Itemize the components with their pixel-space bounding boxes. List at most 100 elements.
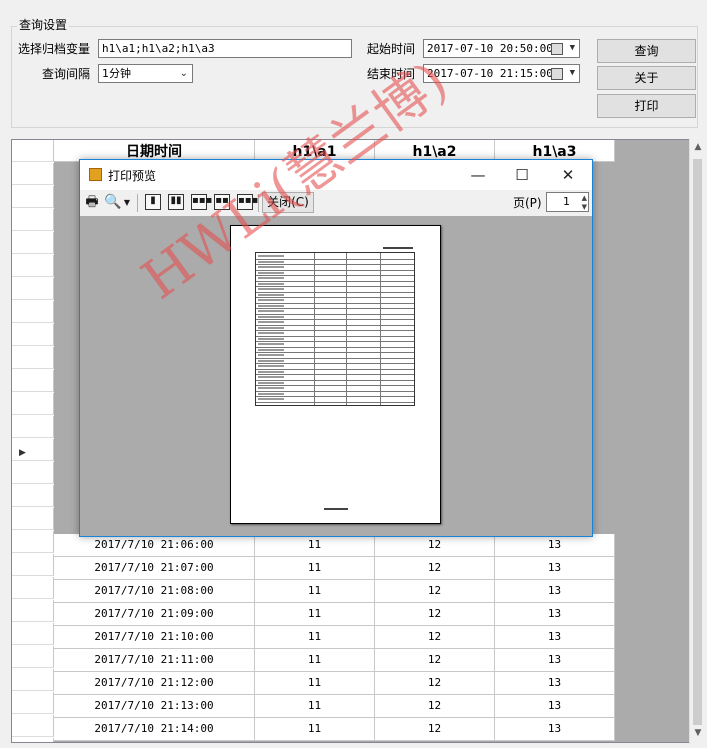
scroll-up-icon[interactable]: ▲ [690,139,706,156]
cell-value[interactable]: 13 [495,626,615,649]
cell-datetime[interactable]: 2017/7/10 21:07:00 [54,557,255,580]
cell-datetime[interactable]: 2017/7/10 21:06:00 [54,534,255,557]
cell-value[interactable]: 11 [255,649,375,672]
row-header-cell[interactable] [12,140,54,162]
row-header-cell[interactable] [12,278,54,300]
row-header-cell[interactable] [12,232,54,254]
page-number-stepper[interactable]: 1 ▲ ▼ [546,192,589,212]
cell-value[interactable]: 13 [495,672,615,695]
cell-value[interactable]: 11 [255,626,375,649]
row-header-cell[interactable] [12,485,54,507]
two-pages-icon[interactable]: ▮▮ [168,194,184,210]
minimize-button[interactable]: — [458,163,498,187]
scroll-down-icon[interactable]: ▼ [690,725,706,742]
row-header-cell[interactable] [12,669,54,691]
three-pages-icon[interactable]: ▪▪▪ [191,194,212,210]
row-header-cell[interactable] [12,508,54,530]
interval-label: 查询间隔 [42,67,91,81]
four-pages-icon[interactable]: ▪▪ [214,194,230,210]
cell-value[interactable]: 12 [375,672,495,695]
zoom-dropdown-icon[interactable]: ▼ [122,193,132,212]
cell-value[interactable]: 12 [375,718,495,741]
cell-value[interactable]: 11 [255,557,375,580]
cell-value[interactable]: 11 [255,534,375,557]
cell-datetime[interactable]: 2017/7/10 21:10:00 [54,626,255,649]
cell-value[interactable]: 13 [495,603,615,626]
cell-value[interactable]: 13 [495,557,615,580]
cell-datetime[interactable]: 2017/7/10 21:11:00 [54,649,255,672]
cell-value[interactable]: 12 [375,649,495,672]
cell-value[interactable]: 11 [255,695,375,718]
row-header-cell[interactable] [12,416,54,438]
row-header-cell[interactable] [12,600,54,622]
cell-value[interactable]: 12 [375,603,495,626]
row-header-cell[interactable] [12,715,54,737]
row-header-cell[interactable] [12,301,54,323]
row-header-cell[interactable] [12,393,54,415]
row-header-cell[interactable] [12,255,54,277]
cell-value[interactable]: 12 [375,534,495,557]
vertical-scrollbar[interactable]: ▲ ▼ [689,139,706,744]
row-header-cell[interactable] [12,692,54,714]
cell-value[interactable]: 13 [495,718,615,741]
row-header-cell[interactable] [12,209,54,231]
row-header-cell[interactable] [12,462,54,484]
cell-value[interactable]: 13 [495,580,615,603]
zoom-icon[interactable]: 🔍 [104,193,122,212]
row-header-cell[interactable] [12,623,54,645]
end-time-picker[interactable]: 2017-07-10 21:15:00 ▼ [423,64,580,83]
row-header-cell[interactable] [12,738,54,742]
cell-value[interactable]: 11 [255,672,375,695]
query-button[interactable]: 查询 [597,39,696,63]
row-header-cell[interactable] [12,646,54,668]
preview-close-button[interactable]: 关闭(C) [262,192,314,213]
close-window-button[interactable]: ✕ [548,163,588,187]
thumbnail-row-line [256,269,414,271]
cell-value[interactable]: 13 [495,695,615,718]
start-time-value: 2017-07-10 20:50:00 [427,42,553,55]
cell-value[interactable]: 11 [255,603,375,626]
chevron-down-icon: ▼ [569,68,575,78]
page-number-value: 1 [563,195,570,208]
cell-value[interactable]: 12 [375,557,495,580]
stepper-down-icon[interactable]: ▼ [582,203,587,211]
thumbnail-row-line [256,357,414,359]
cell-datetime[interactable]: 2017/7/10 21:08:00 [54,580,255,603]
print-button[interactable]: 打印 [597,94,696,118]
row-header-cell[interactable] [12,324,54,346]
row-header-cell[interactable] [12,577,54,599]
thumbnail-cell-text [258,293,284,296]
end-time-value: 2017-07-10 21:15:00 [427,67,553,80]
thumbnail-row-line [256,313,414,315]
row-header-cell[interactable] [12,347,54,369]
interval-select[interactable]: 1分钟 ⌄ [98,64,193,83]
cell-value[interactable]: 11 [255,718,375,741]
cell-value[interactable]: 13 [495,649,615,672]
row-header-cell[interactable] [12,554,54,576]
scroll-thumb[interactable] [693,159,702,725]
thumbnail-cell-text [258,271,284,274]
start-time-picker[interactable]: 2017-07-10 20:50:00 ▼ [423,39,580,58]
cell-value[interactable]: 13 [495,534,615,557]
stepper-up-icon[interactable]: ▲ [582,194,587,202]
archive-var-input[interactable]: h1\a1;h1\a2;h1\a3 [98,39,352,58]
row-header-cell[interactable] [12,370,54,392]
cell-datetime[interactable]: 2017/7/10 21:14:00 [54,718,255,741]
row-header-cell[interactable] [12,531,54,553]
cell-datetime[interactable]: 2017/7/10 21:12:00 [54,672,255,695]
six-pages-icon[interactable]: ▪▪▪ [237,194,258,210]
cell-value[interactable]: 12 [375,626,495,649]
row-header-cell[interactable] [12,186,54,208]
thumbnail-row-line [256,286,414,287]
row-header-cell[interactable] [12,163,54,185]
about-button[interactable]: 关于 [597,66,696,90]
maximize-button[interactable]: ☐ [502,163,542,187]
cell-value[interactable]: 11 [255,580,375,603]
one-page-icon[interactable]: ▮ [145,194,161,210]
print-icon[interactable]: 🖶 [83,193,101,212]
cell-value[interactable]: 12 [375,580,495,603]
cell-datetime[interactable]: 2017/7/10 21:09:00 [54,603,255,626]
thumbnail-cell-text [258,354,284,356]
cell-datetime[interactable]: 2017/7/10 21:13:00 [54,695,255,718]
cell-value[interactable]: 12 [375,695,495,718]
